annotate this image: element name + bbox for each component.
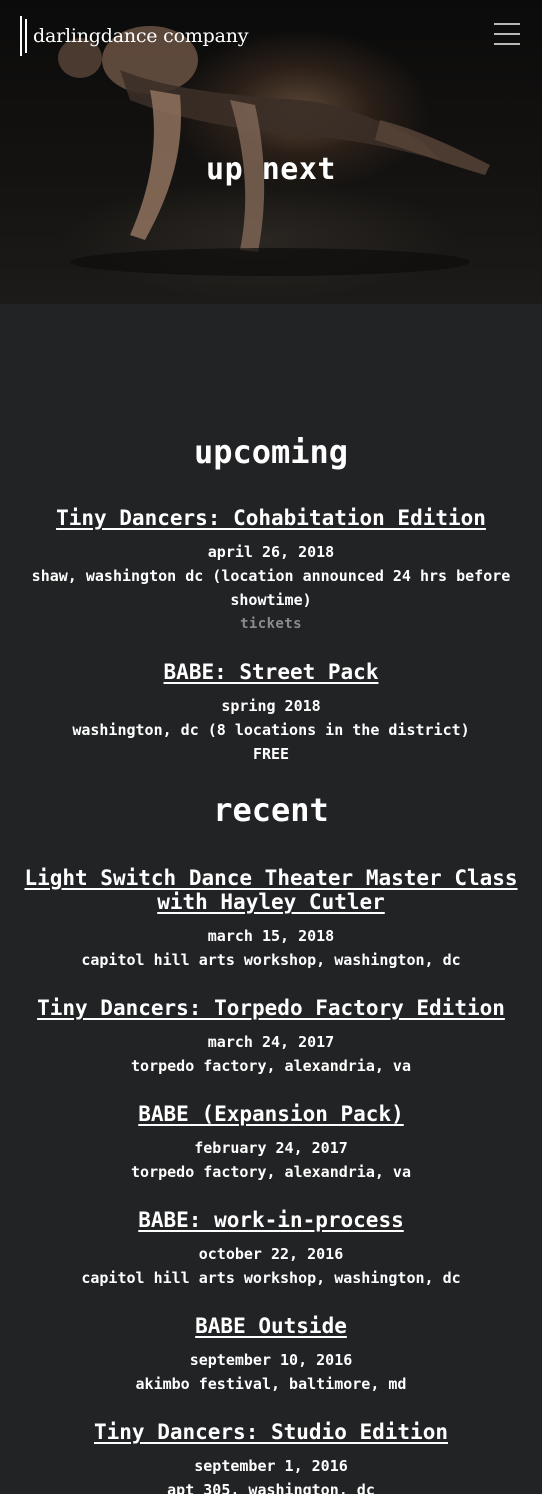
event-item: BABE: work-in-process october 22, 2016 c… (16, 1208, 526, 1290)
event-date: april 26, 2018 (207, 543, 335, 561)
event-date: october 22, 2016 (198, 1245, 344, 1263)
event-title-link[interactable]: Tiny Dancers: Torpedo Factory Edition (37, 996, 505, 1020)
event-title-link[interactable]: BABE: Street Pack (164, 660, 379, 684)
event-title-link[interactable]: BABE (Expansion Pack) (138, 1102, 404, 1126)
event-price-note: FREE (252, 745, 290, 763)
event-date: spring 2018 (221, 697, 321, 715)
event-date: september 1, 2016 (194, 1457, 348, 1475)
menu-bar-icon (494, 43, 520, 45)
event-item: Tiny Dancers: Cohabitation Edition april… (16, 506, 526, 636)
menu-bar-icon (494, 33, 520, 35)
tickets-link[interactable]: tickets (16, 612, 526, 636)
event-item: Light Switch Dance Theater Master Class … (16, 866, 526, 972)
hero-banner: darlingdance company up next (0, 0, 542, 304)
event-date: march 24, 2017 (207, 1033, 335, 1051)
main-content: upcoming Tiny Dancers: Cohabitation Edit… (0, 304, 542, 1494)
event-title-link[interactable]: BABE Outside (195, 1314, 347, 1338)
event-item: BABE Outside september 10, 2016 akimbo f… (16, 1314, 526, 1396)
event-date: february 24, 2017 (194, 1139, 348, 1157)
event-item: Tiny Dancers: Studio Edition september 1… (16, 1420, 526, 1494)
event-location: akimbo festival, baltimore, md (135, 1375, 407, 1393)
menu-bar-icon (494, 23, 520, 25)
event-location: washington, dc (8 locations in the distr… (72, 721, 470, 739)
event-title-link[interactable]: Tiny Dancers: Cohabitation Edition (56, 506, 486, 530)
event-item: BABE: Street Pack spring 2018 washington… (16, 660, 526, 766)
event-location: torpedo factory, alexandria, va (131, 1163, 411, 1181)
logo-mark-icon (20, 16, 28, 56)
event-title-link[interactable]: Tiny Dancers: Studio Edition (94, 1420, 448, 1444)
event-title-link[interactable]: BABE: work-in-process (138, 1208, 404, 1232)
brand-logo[interactable]: darlingdance company (20, 14, 249, 58)
event-date: march 15, 2018 (207, 927, 335, 945)
event-location: shaw, washington dc (location announced … (31, 567, 511, 609)
page-title: up next (206, 152, 336, 187)
event-item: BABE (Expansion Pack) february 24, 2017 … (16, 1102, 526, 1184)
event-item: Tiny Dancers: Torpedo Factory Edition ma… (16, 996, 526, 1078)
event-location: torpedo factory, alexandria, va (131, 1057, 411, 1075)
recent-heading: recent (213, 791, 329, 829)
event-title-link[interactable]: Light Switch Dance Theater Master Class … (16, 866, 526, 914)
upcoming-heading: upcoming (193, 433, 349, 471)
event-location: capitol hill arts workshop, washington, … (81, 951, 461, 969)
event-location: capitol hill arts workshop, washington, … (81, 1269, 461, 1287)
logo-text: darlingdance company (33, 25, 249, 47)
event-location: apt 305, washington, dc (167, 1481, 375, 1494)
hamburger-menu-button[interactable] (492, 20, 522, 48)
event-date: september 10, 2016 (189, 1351, 353, 1369)
